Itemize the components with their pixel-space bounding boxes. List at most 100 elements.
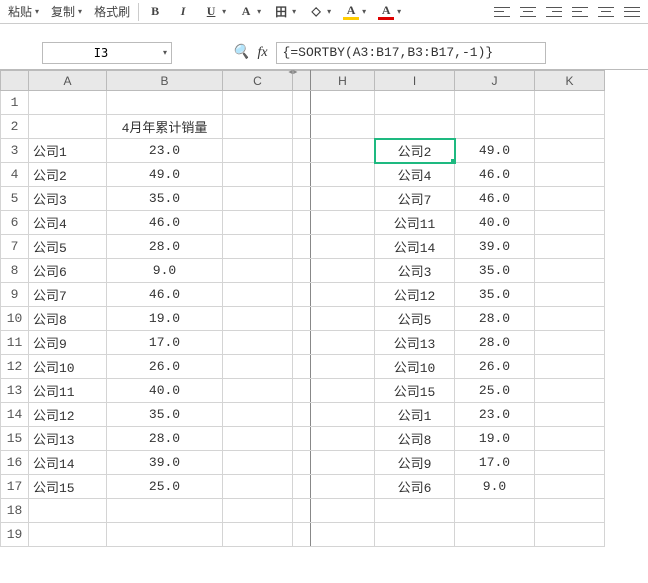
cell-B9[interactable]: 46.0 [107, 283, 223, 307]
paste-button[interactable]: 粘贴▾ [4, 3, 43, 20]
cell-I14[interactable]: 公司1 [375, 403, 455, 427]
cell-I8[interactable]: 公司3 [375, 259, 455, 283]
cell-I16[interactable]: 公司9 [375, 451, 455, 475]
cell-C10[interactable] [223, 307, 293, 331]
cell-C17[interactable] [223, 475, 293, 499]
cell-K1[interactable] [535, 91, 605, 115]
name-box-input[interactable] [43, 46, 159, 60]
cell-H14[interactable] [311, 403, 375, 427]
cell-I12[interactable]: 公司10 [375, 355, 455, 379]
cell-K12[interactable] [535, 355, 605, 379]
name-box[interactable]: ▾ [42, 42, 172, 64]
cell-H13[interactable] [311, 379, 375, 403]
cell-J19[interactable] [455, 523, 535, 547]
cell-K7[interactable] [535, 235, 605, 259]
cell-C6[interactable] [223, 211, 293, 235]
cell-I4[interactable]: 公司4 [375, 163, 455, 187]
cell-A18[interactable] [29, 499, 107, 523]
cell-H16[interactable] [311, 451, 375, 475]
row-header-13[interactable]: 13 [1, 379, 29, 403]
cell-B8[interactable]: 9.0 [107, 259, 223, 283]
cell-J9[interactable]: 35.0 [455, 283, 535, 307]
font-color-button[interactable]: A▾ [374, 4, 405, 20]
cell-A7[interactable]: 公司5 [29, 235, 107, 259]
cell-C1[interactable] [223, 91, 293, 115]
row-header-15[interactable]: 15 [1, 427, 29, 451]
cell-I2[interactable] [375, 115, 455, 139]
cell-A15[interactable]: 公司13 [29, 427, 107, 451]
cell-H17[interactable] [311, 475, 375, 499]
fill-color-button[interactable]: ◇▾ [304, 4, 335, 20]
chevron-down-icon[interactable]: ▾ [159, 48, 171, 57]
cell-K13[interactable] [535, 379, 605, 403]
cell-J18[interactable] [455, 499, 535, 523]
cell-J11[interactable]: 28.0 [455, 331, 535, 355]
cell-K15[interactable] [535, 427, 605, 451]
cell-I3[interactable]: 公司2 [375, 139, 455, 163]
row-header-6[interactable]: 6 [1, 211, 29, 235]
cell-J17[interactable]: 9.0 [455, 475, 535, 499]
zoom-icon[interactable]: 🔍 [232, 44, 249, 61]
cell-I10[interactable]: 公司5 [375, 307, 455, 331]
cell-A5[interactable]: 公司3 [29, 187, 107, 211]
cell-H18[interactable] [311, 499, 375, 523]
cell-B19[interactable] [107, 523, 223, 547]
row-header-7[interactable]: 7 [1, 235, 29, 259]
cell-C9[interactable] [223, 283, 293, 307]
cell-C19[interactable] [223, 523, 293, 547]
col-header-K[interactable]: K [535, 71, 605, 91]
cell-A10[interactable]: 公司8 [29, 307, 107, 331]
cell-B17[interactable]: 25.0 [107, 475, 223, 499]
col-header-H[interactable]: H [311, 71, 375, 91]
font-button[interactable]: A▾ [234, 4, 265, 20]
cell-C7[interactable] [223, 235, 293, 259]
cell-B6[interactable]: 46.0 [107, 211, 223, 235]
cell-I7[interactable]: 公司14 [375, 235, 455, 259]
cell-C4[interactable] [223, 163, 293, 187]
underline-button[interactable]: U▾ [199, 4, 230, 20]
border-button[interactable]: 田▾ [269, 4, 300, 20]
cell-H9[interactable] [311, 283, 375, 307]
row-header-16[interactable]: 16 [1, 451, 29, 475]
cell-H1[interactable] [311, 91, 375, 115]
cell-K8[interactable] [535, 259, 605, 283]
cell-B14[interactable]: 35.0 [107, 403, 223, 427]
cell-A6[interactable]: 公司4 [29, 211, 107, 235]
col-header-A[interactable]: A [29, 71, 107, 91]
cell-A9[interactable]: 公司7 [29, 283, 107, 307]
row-header-5[interactable]: 5 [1, 187, 29, 211]
cell-J12[interactable]: 26.0 [455, 355, 535, 379]
cell-K3[interactable] [535, 139, 605, 163]
cell-A3[interactable]: 公司1 [29, 139, 107, 163]
cell-B7[interactable]: 28.0 [107, 235, 223, 259]
cell-I1[interactable] [375, 91, 455, 115]
cell-J15[interactable]: 19.0 [455, 427, 535, 451]
align-left2-button[interactable] [568, 5, 592, 19]
align-center-button[interactable] [516, 5, 540, 19]
cell-I6[interactable]: 公司11 [375, 211, 455, 235]
cell-B2[interactable]: 4月年累计销量 [107, 115, 223, 139]
cell-I18[interactable] [375, 499, 455, 523]
cell-H2[interactable] [311, 115, 375, 139]
cell-C16[interactable] [223, 451, 293, 475]
col-header-I[interactable]: I [375, 71, 455, 91]
col-header-J[interactable]: J [455, 71, 535, 91]
row-header-17[interactable]: 17 [1, 475, 29, 499]
cell-J5[interactable]: 46.0 [455, 187, 535, 211]
cell-K9[interactable] [535, 283, 605, 307]
cell-I15[interactable]: 公司8 [375, 427, 455, 451]
align-left-button[interactable] [490, 5, 514, 19]
cell-K14[interactable] [535, 403, 605, 427]
cell-B18[interactable] [107, 499, 223, 523]
cell-K2[interactable] [535, 115, 605, 139]
row-header-18[interactable]: 18 [1, 499, 29, 523]
row-header-10[interactable]: 10 [1, 307, 29, 331]
cell-A12[interactable]: 公司10 [29, 355, 107, 379]
row-header-11[interactable]: 11 [1, 331, 29, 355]
cell-I17[interactable]: 公司6 [375, 475, 455, 499]
cell-A4[interactable]: 公司2 [29, 163, 107, 187]
cell-B1[interactable] [107, 91, 223, 115]
sheet-grid[interactable]: A B C H I J K 124月年累计销量3公司123.0公司249.04公… [0, 70, 648, 547]
cell-C12[interactable] [223, 355, 293, 379]
cell-A1[interactable] [29, 91, 107, 115]
